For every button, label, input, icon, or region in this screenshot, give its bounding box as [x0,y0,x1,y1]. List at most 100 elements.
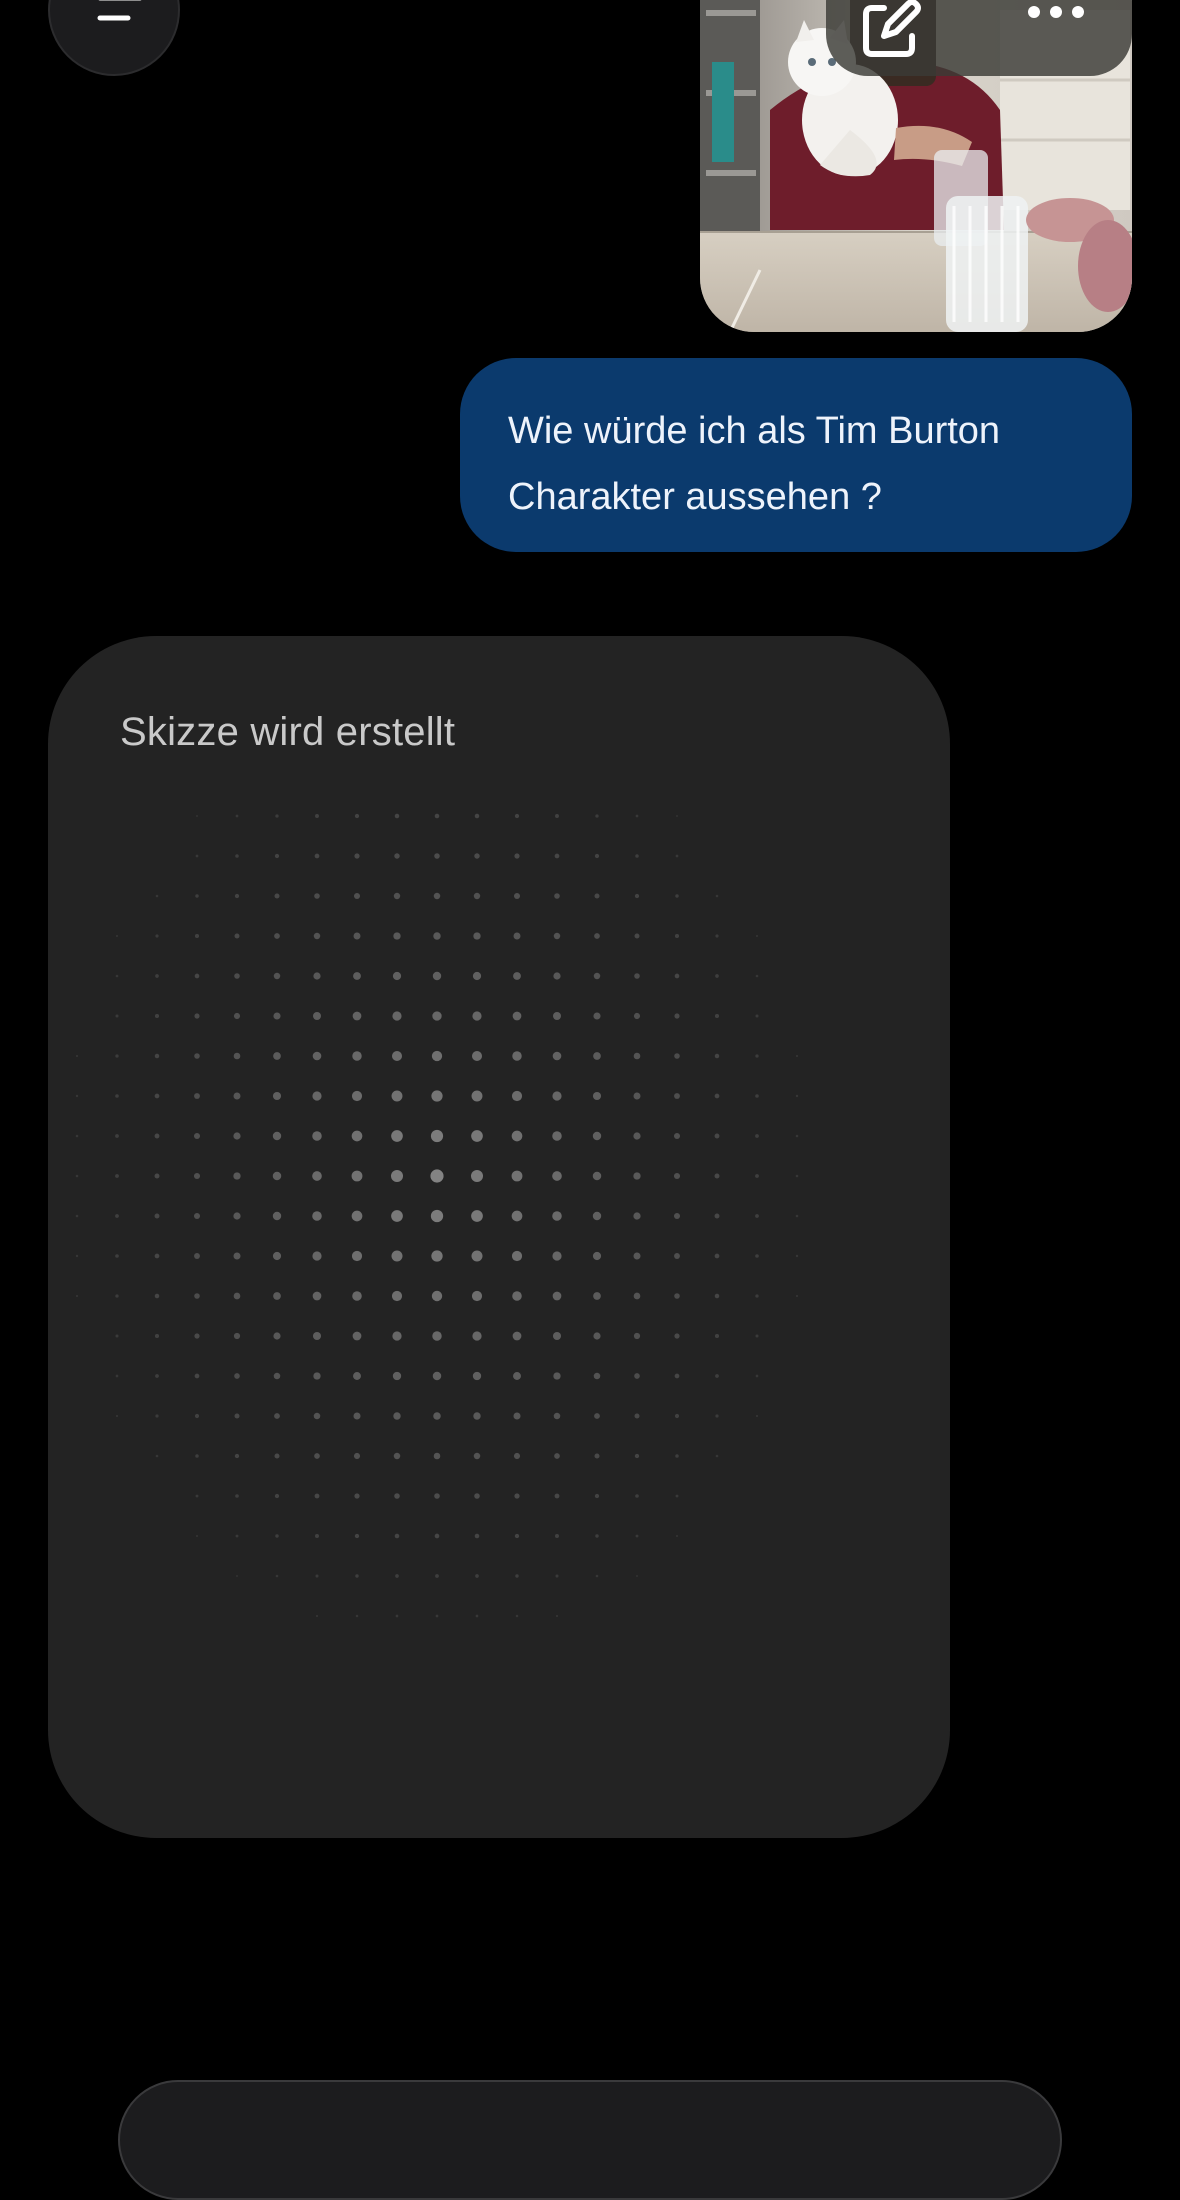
placeholder-dot [272,1171,282,1181]
placeholder-dot [194,1013,200,1019]
placeholder-dot [554,853,560,859]
placeholder-dot [755,1294,759,1298]
placeholder-dot [312,1131,322,1141]
placeholder-dot [235,854,239,858]
placeholder-dot [274,1453,280,1459]
placeholder-dot [195,894,199,898]
placeholder-dot [355,1574,359,1578]
placeholder-dot [274,853,280,859]
placeholder-dot [432,971,442,981]
placeholder-dot [634,973,640,979]
placeholder-dot [312,1211,322,1221]
menu-icon [97,0,142,21]
placeholder-dot [512,1051,522,1061]
placeholder-dot [555,814,559,818]
edit-button[interactable] [854,0,924,71]
placeholder-dot [352,1051,362,1061]
placeholder-dot [233,1012,241,1020]
placeholder-dot [513,1412,521,1420]
placeholder-dot [233,1212,241,1220]
placeholder-dot [513,1372,521,1380]
placeholder-dot [155,974,159,978]
placeholder-dot [392,1011,402,1021]
placeholder-dot [75,1094,79,1098]
placeholder-dot [594,933,600,939]
placeholder-dot [673,1172,681,1180]
placeholder-dot [433,932,441,940]
placeholder-dot [434,813,440,819]
placeholder-dot [471,1090,483,1102]
placeholder-dot [234,893,240,899]
placeholder-dot [391,1090,403,1102]
placeholder-dot [233,1292,241,1300]
placeholder-dot [274,933,280,939]
placeholder-dot [592,1131,602,1141]
placeholder-dot [514,853,520,859]
placeholder-dot [755,1374,759,1378]
placeholder-dot [554,1453,560,1459]
placeholder-dot [511,1130,523,1142]
placeholder-dot [354,1493,360,1499]
placeholder-dot [514,1533,520,1539]
placeholder-dot [353,972,361,980]
placeholder-dot [714,1173,720,1179]
placeholder-dot [553,932,561,940]
placeholder-dot [431,1290,443,1302]
placeholder-dot [714,1053,720,1059]
placeholder-dot [394,853,400,859]
placeholder-dot [312,1051,322,1061]
placeholder-dot [592,1251,602,1261]
placeholder-dot [795,1214,799,1218]
placeholder-dot [514,1493,520,1499]
placeholder-dot [474,813,480,819]
more-button[interactable] [1026,4,1086,25]
placeholder-dot [555,1574,559,1578]
placeholder-dot [714,1333,720,1339]
placeholder-dot [552,1211,562,1221]
placeholder-dot [714,1093,720,1099]
placeholder-dot [715,1414,719,1418]
placeholder-dot [233,1132,241,1140]
placeholder-dot [430,1129,444,1143]
placeholder-dot [274,1493,280,1499]
placeholder-dot [515,1614,519,1618]
placeholder-dot [431,1050,443,1062]
placeholder-dot [635,1574,639,1578]
placeholder-dot [755,1254,759,1258]
placeholder-dot [594,1413,600,1419]
placeholder-dot [674,933,680,939]
placeholder-dot [674,1253,680,1259]
placeholder-dot [115,1094,119,1098]
menu-button[interactable] [48,0,180,76]
placeholder-dot [391,1250,403,1262]
placeholder-dot [154,1133,160,1139]
placeholder-dot [75,1294,79,1298]
placeholder-dot [633,1292,641,1300]
placeholder-dot [273,972,281,980]
placeholder-dot [434,853,440,859]
placeholder-dot [353,1412,361,1420]
placeholder-dot [433,892,441,900]
placeholder-dot [194,973,200,979]
placeholder-dot [154,1213,160,1219]
placeholder-dot [154,1333,160,1339]
placeholder-dot [553,972,561,980]
placeholder-dot [154,1093,160,1099]
placeholder-dot [394,813,400,819]
placeholder-dot [394,1533,400,1539]
placeholder-dot [552,1291,562,1301]
placeholder-dot [75,1134,79,1138]
placeholder-dot [272,1131,282,1141]
placeholder-dot [435,1574,439,1578]
placeholder-dot [675,854,679,858]
placeholder-dot [755,1414,759,1418]
placeholder-dot [195,854,199,858]
placeholder-dot [312,1291,322,1301]
placeholder-dot [594,1493,600,1499]
placeholder-dot [755,1134,759,1138]
placeholder-dot [673,1132,681,1140]
placeholder-dot [272,1211,282,1221]
placeholder-dot [313,1012,321,1020]
placeholder-dot [795,1094,799,1098]
message-composer[interactable] [118,2080,1062,2200]
